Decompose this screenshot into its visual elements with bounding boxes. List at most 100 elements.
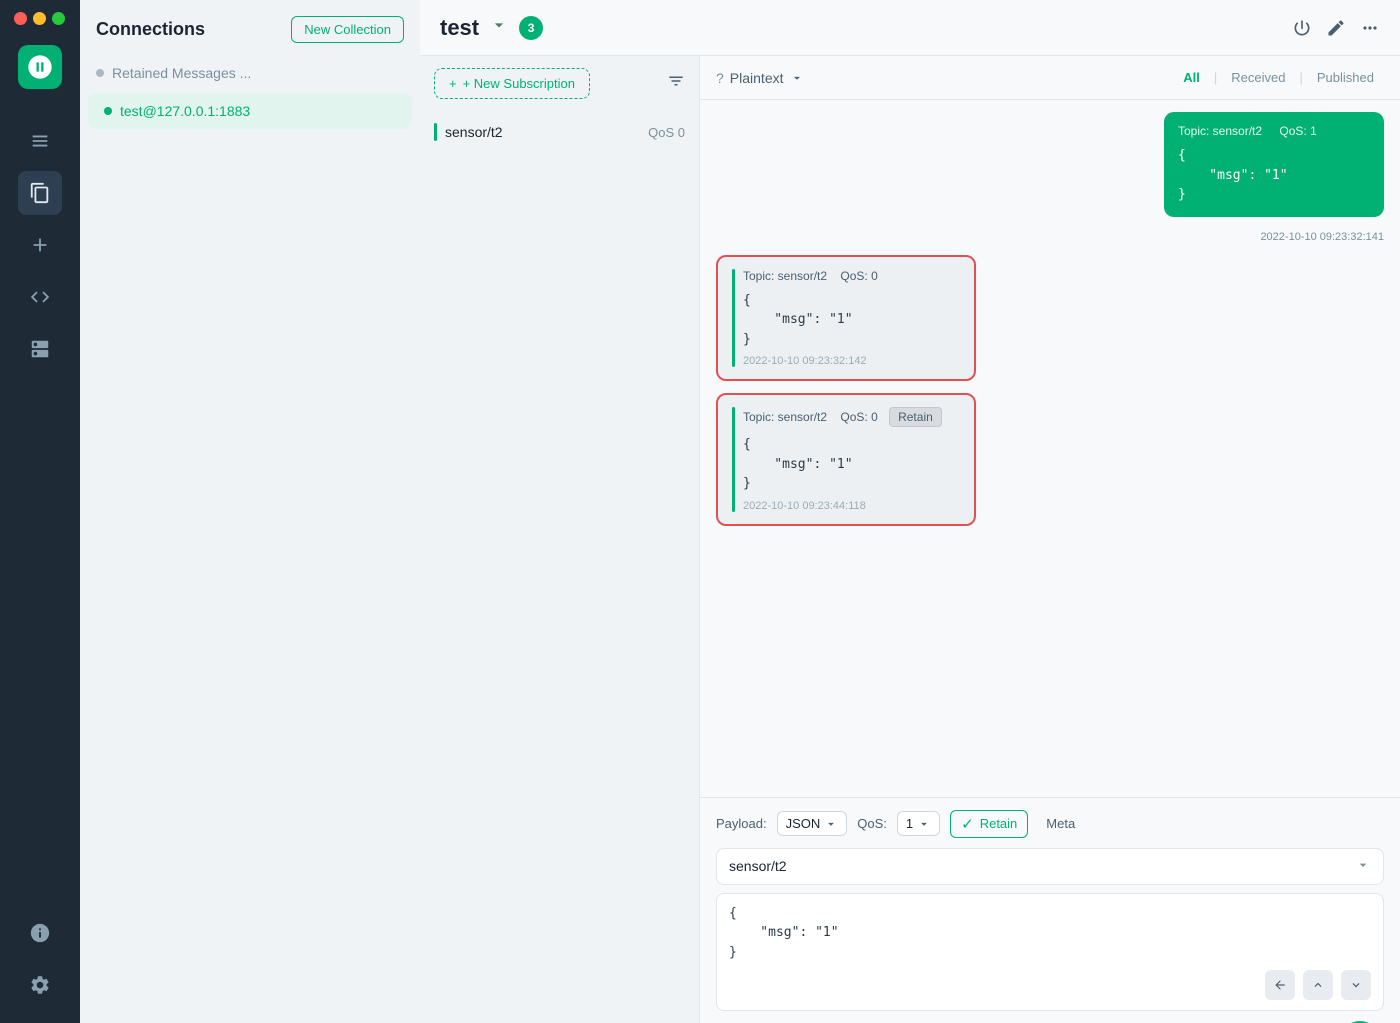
content-area: + + New Subscription sensor/t2 QoS 0 <box>420 56 1400 1023</box>
compose-toolbar: Payload: JSON QoS: 1 ✓ Retain Meta <box>716 810 1384 838</box>
database-icon <box>29 338 51 360</box>
power-button[interactable] <box>1292 18 1312 38</box>
message-item-received-2: Topic: sensor/t2 QoS: 0 Retain { "msg": … <box>716 393 976 526</box>
divider1: | <box>1214 70 1217 85</box>
connection-dot-gray <box>96 69 104 77</box>
format-selector[interactable]: ? Plaintext <box>716 70 804 86</box>
nav-data-button[interactable] <box>18 327 62 371</box>
msg-qos-3: QoS: 0 <box>840 410 877 424</box>
nav-add-button[interactable] <box>18 223 62 267</box>
bottom-nav-icons <box>18 911 62 1023</box>
plaintext-button[interactable]: Plaintext <box>730 70 804 86</box>
new-sub-label: + New Subscription <box>463 76 575 91</box>
connections-panel: Connections New Collection Retained Mess… <box>80 0 420 1023</box>
connection-name-retained: Retained Messages ... <box>112 65 251 81</box>
nav-next-button[interactable] <box>1341 970 1371 1000</box>
compose-line1: { <box>729 904 1371 924</box>
msg-line1-2: { <box>743 291 960 311</box>
nav-connections-button[interactable] <box>18 119 62 163</box>
subscription-item[interactable]: sensor/t2 QoS 0 <box>420 111 699 153</box>
filter-tabs: All | Received | Published <box>1173 66 1384 89</box>
connection-dot-green <box>104 107 112 115</box>
format-select-wrapper[interactable]: JSON <box>777 811 848 836</box>
qos-chevron-icon <box>917 817 931 831</box>
compose-line2: "msg": "1" <box>729 923 1371 943</box>
topbar-right <box>1292 18 1380 38</box>
qos-label: QoS: <box>857 816 887 831</box>
msg-line3: } <box>1178 185 1370 205</box>
arrow-up-icon <box>1311 978 1325 992</box>
compose-body-text: { "msg": "1" } <box>729 904 1371 963</box>
meta-button[interactable]: Meta <box>1038 812 1083 835</box>
nav-info-button[interactable] <box>18 911 62 955</box>
msg-line1-3: { <box>743 435 960 455</box>
message-header-3: Topic: sensor/t2 QoS: 0 Retain <box>743 407 960 427</box>
msg-topic-3: Topic: sensor/t2 <box>743 410 827 424</box>
sub-topic-row: sensor/t2 <box>434 123 503 141</box>
close-button[interactable] <box>14 12 27 25</box>
message-timestamp-received-1: 2022-10-10 09:23:32:142 <box>743 355 960 367</box>
msg-line2-2: "msg": "1" <box>743 310 960 330</box>
nav-back-button[interactable] <box>1265 970 1295 1000</box>
nav-copy-button[interactable] <box>18 171 62 215</box>
message-content-2: Topic: sensor/t2 QoS: 0 Retain { "msg": … <box>743 407 960 512</box>
nav-settings-button[interactable] <box>18 963 62 1007</box>
subscriptions-header: + + New Subscription <box>420 56 699 111</box>
question-icon: ? <box>716 70 724 86</box>
nav-prev-button[interactable] <box>1303 970 1333 1000</box>
format-value: JSON <box>786 816 821 831</box>
power-icon <box>1292 18 1312 38</box>
new-collection-button[interactable]: New Collection <box>291 16 404 43</box>
msg-line2: "msg": "1" <box>1178 166 1370 186</box>
qos-select-wrapper[interactable]: 1 <box>897 811 940 836</box>
traffic-lights <box>0 12 65 25</box>
subscription-qos: QoS 0 <box>648 125 685 140</box>
retain-check-icon: ✓ <box>961 815 974 833</box>
filter-button[interactable] <box>667 72 685 95</box>
connection-name-test: test@127.0.0.1:1883 <box>120 103 250 119</box>
message-body: { "msg": "1" } <box>1178 146 1370 205</box>
payload-label: Payload: <box>716 816 767 831</box>
tab-all[interactable]: All <box>1173 66 1210 89</box>
retain-toggle[interactable]: ✓ Retain <box>950 810 1028 838</box>
messages-toolbar: ? Plaintext All | Received | Published <box>700 56 1400 100</box>
subscription-bar <box>434 123 437 141</box>
nav-code-button[interactable] <box>18 275 62 319</box>
topbar-title: test <box>440 15 479 41</box>
message-header: Topic: sensor/t2 QoS: 1 <box>1178 124 1370 138</box>
topbar-left: test 3 <box>440 15 543 41</box>
compose-area: Payload: JSON QoS: 1 ✓ Retain Meta <box>700 797 1400 1023</box>
msg-topic-2: Topic: sensor/t2 <box>743 269 827 283</box>
compose-line3: } <box>729 943 1371 963</box>
connections-title: Connections <box>96 19 205 40</box>
connection-item-retained[interactable]: Retained Messages ... <box>80 55 420 91</box>
copy-icon <box>29 182 51 204</box>
minimize-button[interactable] <box>33 12 46 25</box>
message-timestamp-received-2: 2022-10-10 09:23:44:118 <box>743 500 960 512</box>
msg-qos-2: QoS: 0 <box>840 269 877 283</box>
more-icon <box>1360 18 1380 38</box>
sidebar-icon-panel <box>0 0 80 1023</box>
message-timestamp-published: 2022-10-10 09:23:32:141 <box>716 231 1384 243</box>
message-count-badge: 3 <box>519 16 543 40</box>
add-icon <box>29 234 51 256</box>
compose-body[interactable]: { "msg": "1" } <box>716 893 1384 1012</box>
maximize-button[interactable] <box>52 12 65 25</box>
msg-topic: Topic: sensor/t2 <box>1178 124 1262 138</box>
edit-button[interactable] <box>1326 18 1346 38</box>
tab-published[interactable]: Published <box>1307 66 1384 89</box>
qos-value: 1 <box>906 816 913 831</box>
message-item-published: Topic: sensor/t2 QoS: 1 { "msg": "1" } <box>1164 112 1384 217</box>
app-logo <box>18 45 62 89</box>
main-content: test 3 + + New Subscription <box>420 0 1400 1023</box>
subscriptions-panel: + + New Subscription sensor/t2 QoS 0 <box>420 56 700 1023</box>
tab-received[interactable]: Received <box>1221 66 1295 89</box>
connection-item-test[interactable]: test@127.0.0.1:1883 <box>88 93 412 129</box>
info-icon <box>29 922 51 944</box>
new-subscription-button[interactable]: + + New Subscription <box>434 68 590 99</box>
more-button[interactable] <box>1360 18 1380 38</box>
topic-expand-icon[interactable] <box>1355 857 1371 876</box>
msg-line1: { <box>1178 146 1370 166</box>
expand-icon <box>1355 857 1371 873</box>
topic-text: sensor/t2 <box>729 858 787 874</box>
